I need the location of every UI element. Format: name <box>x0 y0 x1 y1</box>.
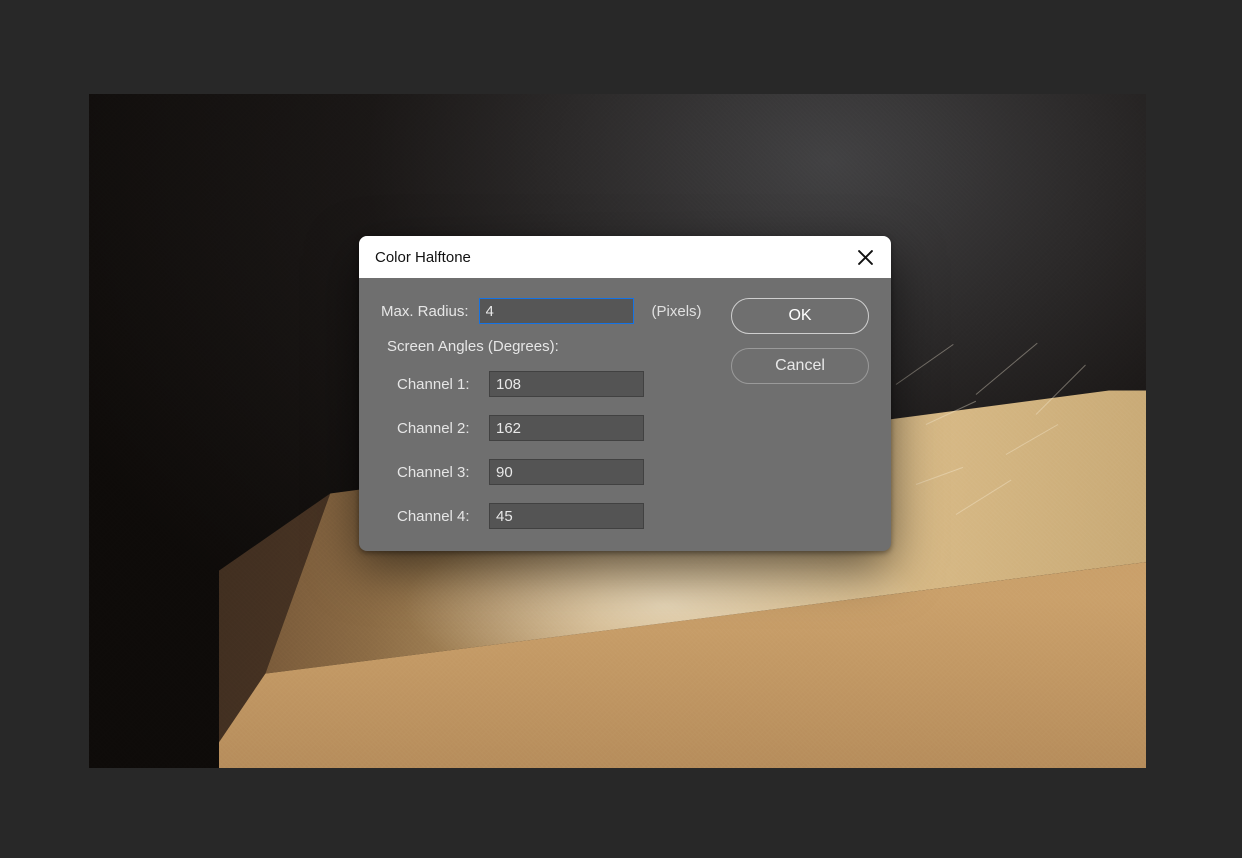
channel-4-row: Channel 4: <box>381 503 707 529</box>
screen-angles-label: Screen Angles (Degrees): <box>387 338 707 355</box>
cancel-button-label: Cancel <box>775 357 825 375</box>
channel-1-row: Channel 1: <box>381 371 707 397</box>
dialog-titlebar[interactable]: Color Halftone <box>359 236 891 278</box>
dialog-title: Color Halftone <box>375 249 853 266</box>
dialog-body: Max. Radius: (Pixels) Screen Angles (Deg… <box>359 278 891 551</box>
channel-1-input[interactable] <box>489 371 644 397</box>
channel-3-label: Channel 3: <box>397 464 477 481</box>
max-radius-label: Max. Radius: <box>381 303 469 320</box>
channel-3-input[interactable] <box>489 459 644 485</box>
cancel-button[interactable]: Cancel <box>731 348 869 384</box>
max-radius-input[interactable] <box>479 298 634 324</box>
channel-4-input[interactable] <box>489 503 644 529</box>
channel-1-label: Channel 1: <box>397 376 477 393</box>
channel-4-label: Channel 4: <box>397 508 477 525</box>
max-radius-unit: (Pixels) <box>652 303 702 320</box>
max-radius-row: Max. Radius: (Pixels) <box>381 298 707 324</box>
channel-2-input[interactable] <box>489 415 644 441</box>
channel-3-row: Channel 3: <box>381 459 707 485</box>
close-icon[interactable] <box>853 245 877 269</box>
dialog-buttons: OK Cancel <box>731 298 869 529</box>
channel-2-label: Channel 2: <box>397 420 477 437</box>
dialog-form: Max. Radius: (Pixels) Screen Angles (Deg… <box>381 298 707 529</box>
ok-button[interactable]: OK <box>731 298 869 334</box>
color-halftone-dialog: Color Halftone Max. Radius: (Pixels) Scr… <box>359 236 891 551</box>
channel-2-row: Channel 2: <box>381 415 707 441</box>
ok-button-label: OK <box>788 307 811 325</box>
